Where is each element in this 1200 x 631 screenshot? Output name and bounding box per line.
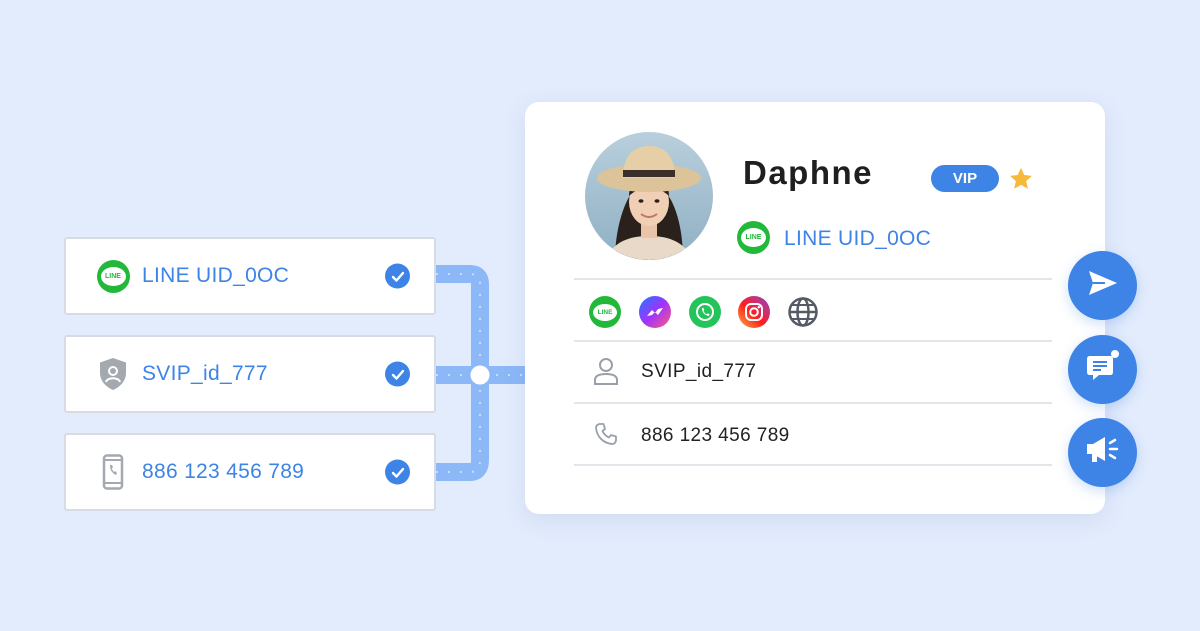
- check-icon: [385, 459, 410, 485]
- merge-connector: [436, 265, 525, 481]
- identity-card-phone[interactable]: 886 123 456 789: [64, 433, 436, 511]
- phone-icon: [594, 422, 618, 451]
- chat-message-icon: [1085, 349, 1121, 390]
- send-icon: [1087, 269, 1119, 302]
- customer-name: Daphne: [743, 154, 874, 191]
- line-uid: LINE UID_0OC: [784, 227, 932, 250]
- messenger-icon[interactable]: [639, 296, 671, 328]
- identity-label: 886 123 456 789: [142, 460, 305, 483]
- line-icon: LINE: [737, 221, 770, 254]
- megaphone-icon: [1084, 433, 1122, 472]
- avatar: [585, 132, 713, 260]
- whatsapp-icon[interactable]: [689, 296, 721, 328]
- send-button[interactable]: [1068, 251, 1137, 320]
- instagram-icon[interactable]: [738, 296, 770, 328]
- member-id: SVIP_id_777: [641, 361, 757, 382]
- divider: [574, 464, 1052, 466]
- chat-message-button[interactable]: [1068, 335, 1137, 404]
- mobile-phone-icon: [96, 454, 130, 490]
- check-icon: [385, 263, 410, 289]
- user-icon: [593, 357, 619, 390]
- identity-label: SVIP_id_777: [142, 362, 268, 385]
- shield-user-icon: [96, 357, 130, 391]
- identity-label: LINE UID_0OC: [142, 264, 290, 287]
- line-icon: LINE: [96, 259, 130, 293]
- globe-icon[interactable]: [787, 296, 819, 328]
- divider: [574, 340, 1052, 342]
- vip-badge: VIP: [931, 165, 999, 192]
- divider: [574, 402, 1052, 404]
- star-icon: [1007, 165, 1035, 198]
- identity-card-member-id[interactable]: SVIP_id_777: [64, 335, 436, 413]
- broadcast-button[interactable]: [1068, 418, 1137, 487]
- check-icon: [385, 361, 410, 387]
- phone-number: 886 123 456 789: [641, 425, 790, 446]
- divider: [574, 278, 1052, 280]
- line-icon[interactable]: LINE: [589, 296, 621, 328]
- identity-card-line[interactable]: LINE LINE UID_0OC: [64, 237, 436, 315]
- customer-profile-card: Daphne VIP LINE LINE UID_0OC LINE SVIP_i…: [525, 102, 1105, 514]
